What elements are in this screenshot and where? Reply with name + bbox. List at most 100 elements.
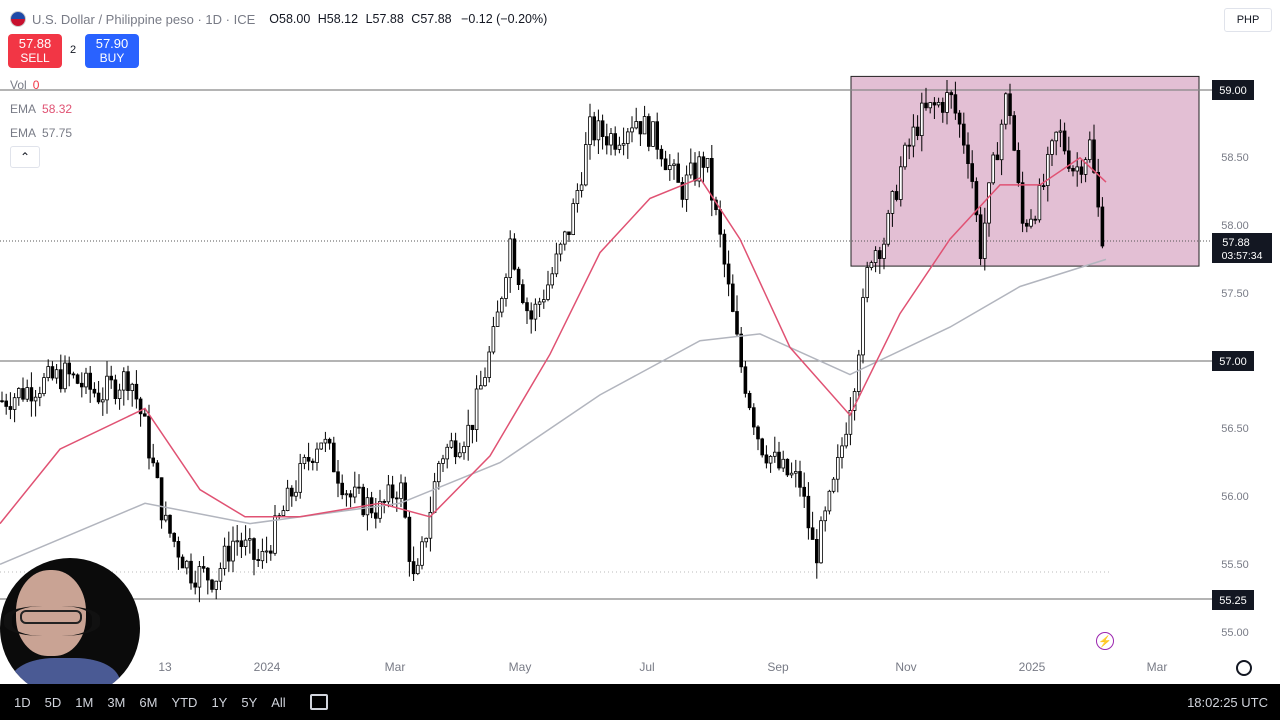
candle-body [12,397,17,410]
candle-body [684,174,689,200]
utc-clock[interactable]: 18:02:25 UTC [1187,695,1268,710]
candle-body [789,472,794,476]
volume-indicator[interactable]: Vol 0 [10,78,39,92]
candle-body [260,551,265,562]
candle-body [264,550,269,553]
ema-200-indicator[interactable]: EMA 57.75 [10,126,72,140]
candle-body [571,203,575,236]
spread-value: 2 [70,44,77,56]
candle-body [983,222,987,259]
candle-body [256,559,260,562]
candle-body [957,112,962,125]
candle-body [575,190,580,205]
candle-body [247,538,252,541]
candle-body [331,442,336,473]
y-tick-5700: 57.00 [1219,356,1247,368]
range-6m[interactable]: 6M [139,695,157,710]
open-key: O [269,12,279,26]
time-axis[interactable]: 13 2024 Mar May Jul Sep Nov 2025 Mar [158,660,1167,674]
candle-body [823,510,827,522]
candle-body [394,497,399,500]
candle-body [319,442,323,450]
candle-body [642,116,647,135]
candle-body [80,382,84,388]
candle-body [920,102,924,136]
symbol-header[interactable]: U.S. Dollar / Philippine peso · 1D · ICE… [10,10,547,28]
candle-body [932,102,937,106]
candle-body [126,371,130,392]
candle-body [478,385,483,390]
candle-body [235,540,240,543]
range-all[interactable]: All [271,695,285,710]
candle-body [764,454,769,464]
candle-body [676,163,680,183]
range-1m[interactable]: 1M [75,695,93,710]
candle-body [189,560,193,584]
candle-body [1033,218,1038,221]
gear-icon[interactable] [1236,660,1252,676]
candle-body [226,545,231,562]
candle-body [773,451,777,457]
y-tick-5500: 55.00 [1221,627,1249,639]
candle-body [1075,166,1080,172]
range-5d[interactable]: 5D [45,695,62,710]
candle-body [525,302,529,312]
candle-body [752,407,756,428]
candle-body [554,253,559,275]
range-3m[interactable]: 3M [107,695,125,710]
candle-body [546,284,550,300]
candle-body [537,301,542,305]
lightning-icon[interactable]: ⚡ [1096,632,1114,650]
candle-body [306,456,311,462]
candle-body [163,514,168,521]
candle-body [739,333,743,368]
open-value: 58.00 [279,12,311,26]
candle-body [495,311,500,327]
webcam-overlay [0,558,140,698]
sell-price: 57.88 [18,36,52,51]
candle-body [147,415,151,459]
range-5y[interactable]: 5Y [241,695,257,710]
ohlc-readout: O58.00 H58.12 L57.88 C57.88 −0.12 (−0.20… [265,12,547,26]
ema-200-label: EMA [10,126,37,140]
last-price-label: 57.88 [1222,237,1250,249]
price-chart[interactable]: 59.00 58.50 58.00 57.88 03:57:34 57.50 5… [0,0,1280,684]
candle-body [831,478,836,492]
ema-50-indicator[interactable]: EMA 58.32 [10,102,72,116]
candle-body [499,298,504,313]
candle-body [172,532,177,542]
candle-body [668,165,672,170]
candle-body [663,158,668,171]
calendar-icon[interactable] [309,694,328,710]
candle-body [1041,185,1046,188]
y-tick-5850: 58.50 [1221,152,1249,164]
candle-body [302,456,307,464]
candle-body [193,582,198,588]
range-1y[interactable]: 1Y [211,695,227,710]
candle-body [504,277,508,299]
range-1d[interactable]: 1D [14,695,31,710]
candle-body [386,484,391,503]
currency-selector[interactable]: PHP [1224,8,1272,32]
candle-body [911,126,916,147]
candle-body [445,446,449,460]
collapse-indicators-button[interactable]: ⌃ [10,146,40,168]
symbol-title[interactable]: U.S. Dollar / Philippine peso · 1D · ICE [32,12,255,27]
candle-body [781,458,785,469]
buy-button[interactable]: 57.90 BUY [85,34,139,68]
range-ytd[interactable]: YTD [171,695,197,710]
x-tick-may: May [509,660,532,674]
candle-body [424,537,428,543]
x-tick-2025: 2025 [1019,660,1046,674]
candle-body [941,102,945,113]
currency-flag-icon [10,11,26,27]
x-tick-jul: Jul [639,660,654,674]
price-axis[interactable]: 59.00 58.50 58.00 57.88 03:57:34 57.50 5… [1212,80,1272,639]
candle-body [218,568,223,582]
candle-body [840,445,844,458]
sell-button[interactable]: 57.88 SELL [8,34,62,68]
candle-body [285,487,290,512]
candle-body [857,354,861,392]
candle-body [96,392,101,403]
candle-body [390,484,395,499]
